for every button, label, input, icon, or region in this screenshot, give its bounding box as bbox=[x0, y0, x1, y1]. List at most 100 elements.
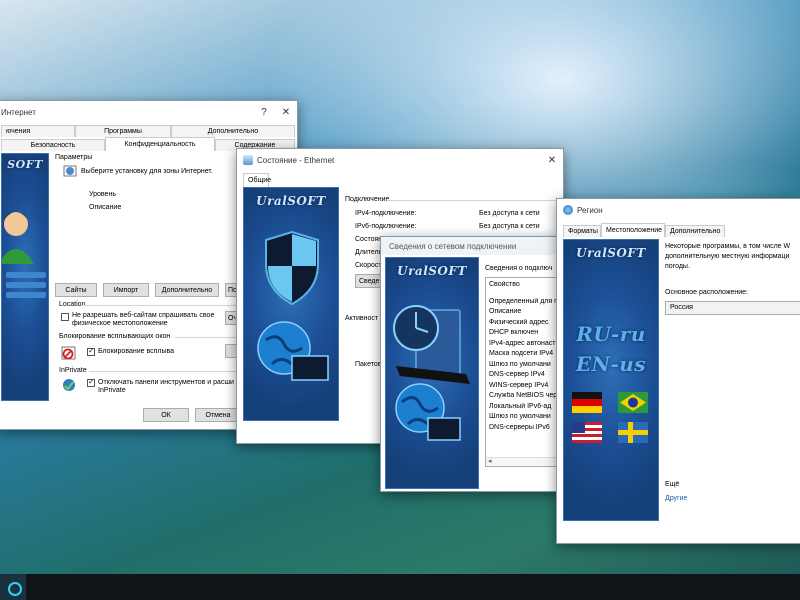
user-avatar-icon bbox=[2, 212, 46, 298]
scroll-left-icon[interactable]: ◂ bbox=[488, 457, 492, 465]
more-label: Ещё bbox=[665, 481, 680, 488]
cancel-button[interactable]: Отмена bbox=[195, 408, 241, 422]
ipv6-label: IPv6-подключение: bbox=[355, 223, 417, 230]
help-button[interactable]: ? bbox=[253, 107, 275, 118]
tab-administrative[interactable]: Дополнительно bbox=[665, 225, 725, 237]
speed-label: Скорост bbox=[355, 262, 382, 269]
details-titlebar[interactable]: Сведения о сетевом подключении bbox=[381, 237, 561, 255]
ethernet-titlebar[interactable]: Состояние - Ethernet ✕ bbox=[237, 149, 563, 171]
details-header: Сведения о подключ bbox=[485, 265, 553, 272]
info-text-3: погоды. bbox=[665, 263, 690, 270]
import-button[interactable]: Импорт bbox=[103, 283, 149, 297]
tab-formats[interactable]: Форматы bbox=[563, 225, 601, 237]
brand-logo: UralSOFT bbox=[256, 194, 326, 208]
inprivate-label-2: InPrivate bbox=[98, 387, 126, 394]
list-item[interactable]: Описание bbox=[486, 308, 561, 319]
popup-group-label: Блокирование всплывающих окон bbox=[59, 333, 171, 340]
tab-general[interactable]: Общие bbox=[243, 173, 271, 187]
list-item[interactable]: DNS-сервер IPv4 bbox=[486, 371, 561, 382]
network-details-window: Сведения о сетевом подключении UralSOFT … bbox=[380, 236, 562, 492]
popup-blocker-checkbox[interactable] bbox=[87, 346, 95, 356]
home-location-value: Россия bbox=[670, 304, 693, 311]
info-text-2: дополнительную местную информаци bbox=[665, 253, 790, 260]
uralsoft-side-panel: SOFT bbox=[1, 153, 49, 401]
ok-button[interactable]: ОК bbox=[143, 408, 189, 422]
tab-advanced[interactable]: Дополнительно bbox=[171, 125, 295, 137]
home-location-select[interactable]: Россия bbox=[665, 301, 800, 315]
inprivate-checkbox[interactable] bbox=[87, 377, 95, 387]
tab-connections[interactable]: ючения bbox=[1, 125, 75, 137]
level-label: Уровень bbox=[89, 191, 116, 198]
inprivate-group-label: InPrivate bbox=[59, 367, 87, 374]
close-button[interactable]: ✕ bbox=[275, 107, 297, 118]
desktop-wallpaper: Интернет ? ✕ ючения Программы Дополнител… bbox=[0, 0, 800, 574]
ipv4-value: Без доступа к сети bbox=[479, 210, 540, 217]
sites-button[interactable]: Сайты bbox=[55, 283, 97, 297]
window-title: Сведения о сетевом подключении bbox=[389, 241, 517, 251]
start-icon[interactable] bbox=[0, 574, 26, 600]
internet-options-titlebar[interactable]: Интернет ? ✕ bbox=[0, 101, 297, 123]
en-us-text: EN-us bbox=[575, 352, 647, 376]
list-item[interactable]: WINS-сервер IPv4 bbox=[486, 382, 561, 393]
tab-location[interactable]: Местоположение bbox=[601, 223, 665, 237]
media-state-label: Состоян bbox=[355, 236, 383, 243]
tab-security[interactable]: Безопасность bbox=[1, 139, 105, 151]
packets-label: Пакетов bbox=[355, 361, 382, 368]
home-location-label: Основное расположение: bbox=[665, 289, 749, 296]
network-icon bbox=[243, 155, 253, 165]
list-item[interactable]: Маска подсети IPv4 bbox=[486, 350, 561, 361]
tab-programs[interactable]: Программы bbox=[75, 125, 171, 137]
list-item[interactable]: Локальный IPv6-ад bbox=[486, 403, 561, 414]
window-title: Регион bbox=[577, 205, 603, 215]
list-item[interactable]: DHCP включен bbox=[486, 329, 561, 340]
list-header-property: Свойство bbox=[489, 281, 520, 288]
inprivate-label-1: Отключать панели инструментов и расши bbox=[98, 379, 234, 386]
brand-logo: UralSOFT bbox=[397, 264, 467, 278]
list-item[interactable]: Шлюз по умолчани bbox=[486, 413, 561, 424]
zone-globe-icon bbox=[63, 165, 77, 177]
list-item[interactable]: Шлюз по умолчани bbox=[486, 361, 561, 372]
details-list[interactable]: Свойство Определенный для п Описание Физ… bbox=[485, 277, 561, 467]
window-title: Состояние - Ethernet bbox=[257, 155, 335, 165]
window-title: Интернет bbox=[1, 107, 36, 117]
list-item[interactable]: IPv4-адрес автонаст bbox=[486, 340, 561, 351]
ru-ru-text: RU-ru bbox=[576, 322, 646, 346]
brand-logo: UralSOFT bbox=[576, 246, 646, 260]
activity-label: Активност bbox=[345, 315, 379, 322]
params-label: Параметры bbox=[55, 154, 93, 161]
description-label: Описание bbox=[89, 204, 122, 211]
shield-globe-icon bbox=[257, 230, 329, 381]
horizontal-scrollbar[interactable]: ◂ bbox=[486, 457, 561, 466]
list-item[interactable]: DNS-серверы IPv6 bbox=[486, 424, 561, 435]
region-window: Регион Форматы Местоположение Дополнител… bbox=[556, 198, 800, 544]
taskbar bbox=[0, 574, 800, 600]
uralsoft-side-panel: UralSOFT bbox=[385, 257, 479, 489]
ipv4-label: IPv4-подключение: bbox=[355, 210, 417, 217]
other-link[interactable]: Другие bbox=[665, 495, 687, 502]
tab-row-1: ючения Программы Дополнительно bbox=[1, 125, 295, 137]
advanced-button[interactable]: Дополнительно bbox=[155, 283, 219, 297]
location-deny-checkbox[interactable] bbox=[61, 313, 69, 321]
clock-globe-icon bbox=[393, 305, 470, 441]
uralsoft-side-panel: UralSOFT RU-ru EN-us bbox=[563, 239, 659, 521]
uralsoft-side-panel: UralSOFT bbox=[243, 187, 339, 421]
list-item[interactable]: Физический адрес bbox=[486, 319, 561, 330]
country-flags-icon bbox=[572, 392, 648, 443]
close-button[interactable]: ✕ bbox=[541, 155, 563, 166]
popup-blocker-icon bbox=[61, 346, 76, 360]
region-tabs: Форматы Местоположение Дополнительно bbox=[563, 223, 725, 237]
connection-divider bbox=[387, 200, 557, 201]
popup-blocker-label: Блокирование всплыва bbox=[98, 348, 175, 355]
tab-privacy[interactable]: Конфиденциальность bbox=[105, 137, 215, 151]
ipv6-value: Без доступа к сети bbox=[479, 223, 540, 230]
location-deny-label-1: Не разрешать веб-сайтам спрашивать свое bbox=[72, 312, 215, 319]
zone-description: Выберите установку для зоны Интернет. bbox=[81, 168, 213, 175]
ethernet-tabs: Общие bbox=[243, 173, 271, 187]
duration-label: Длитель bbox=[355, 249, 383, 256]
list-item[interactable]: Служба NetBIOS чер bbox=[486, 392, 561, 403]
location-deny-label-2: физическое местоположение bbox=[72, 320, 168, 327]
inprivate-icon bbox=[63, 379, 75, 391]
info-text-1: Некоторые программы, в том числе W bbox=[665, 243, 791, 250]
list-item[interactable]: Определенный для п bbox=[486, 298, 561, 309]
region-titlebar[interactable]: Регион bbox=[557, 199, 800, 221]
